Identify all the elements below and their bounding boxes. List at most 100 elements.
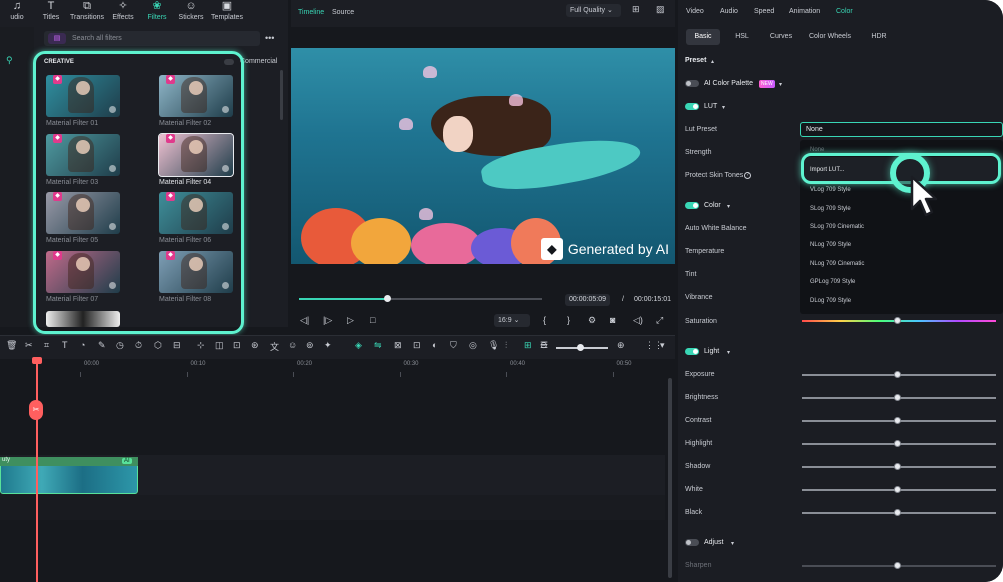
tab-audio-props[interactable]: Audio bbox=[720, 8, 738, 15]
chevron-up-icon[interactable]: ▴ bbox=[711, 58, 714, 65]
more-options-icon[interactable]: ••• bbox=[265, 33, 274, 43]
preset-label[interactable]: Preset bbox=[685, 57, 706, 64]
tab-animation[interactable]: Animation bbox=[789, 8, 820, 15]
play-icon[interactable]: ▷ bbox=[347, 315, 354, 326]
subtab-curves[interactable]: Curves bbox=[765, 29, 797, 45]
mic-icon[interactable]: 🎙 bbox=[488, 340, 499, 351]
lut-toggle[interactable] bbox=[685, 103, 699, 110]
zoom-in-icon[interactable]: ⊕ bbox=[617, 340, 625, 351]
light-slider-knob[interactable] bbox=[894, 417, 901, 424]
chevron-down-icon[interactable]: ▾ bbox=[779, 81, 782, 88]
prev-frame-icon[interactable]: ◁| bbox=[300, 315, 309, 326]
split-audio-icon[interactable]: ⊟ bbox=[173, 340, 181, 351]
fullscreen-icon[interactable]: ⤢ bbox=[656, 315, 663, 326]
timeline-ruler[interactable] bbox=[0, 359, 665, 377]
snapshot-layout-icon[interactable]: ⊞ bbox=[632, 4, 640, 15]
playback-progress[interactable] bbox=[299, 295, 542, 302]
record-icon[interactable]: ◐ bbox=[432, 340, 437, 350]
ai-palette-toggle[interactable] bbox=[685, 80, 699, 87]
keyframe-icon[interactable]: ◈ bbox=[355, 340, 362, 351]
lut-preset-select[interactable]: None bbox=[800, 122, 1003, 137]
playhead[interactable] bbox=[36, 359, 38, 582]
auto-icon[interactable]: ⊹ bbox=[197, 340, 205, 351]
quality-dropdown[interactable]: Full Quality ⌄ bbox=[566, 4, 621, 17]
aspect-ratio-dropdown[interactable]: 16:9 ⌄ bbox=[494, 314, 530, 327]
crop-icon[interactable]: ⌗ bbox=[44, 340, 49, 351]
zoom-knob[interactable] bbox=[577, 344, 584, 351]
chevron-down-icon[interactable]: ▾ bbox=[727, 349, 730, 356]
subtab-basic[interactable]: Basic bbox=[686, 29, 720, 45]
color-toggle[interactable] bbox=[685, 202, 699, 209]
adjust-toggle[interactable] bbox=[685, 539, 699, 546]
camera-icon[interactable]: ◙ bbox=[610, 315, 615, 325]
chevron-down-icon[interactable]: ▾ bbox=[731, 540, 734, 547]
filter-search[interactable]: ▤ Search all filters bbox=[44, 31, 260, 46]
tab-filters[interactable]: ❀ Filters bbox=[140, 0, 174, 22]
translate-icon[interactable]: 文 bbox=[270, 340, 279, 353]
mark-out-icon[interactable]: } bbox=[567, 315, 570, 325]
trash-icon[interactable]: 🗑 bbox=[6, 340, 17, 351]
chevron-down-icon[interactable]: ▾ bbox=[722, 104, 725, 111]
face-icon[interactable]: ☺ bbox=[288, 340, 297, 350]
shape-icon[interactable]: ◔ bbox=[80, 340, 85, 350]
ai-icon[interactable]: ⊛ bbox=[251, 340, 259, 351]
motion-icon[interactable]: ⊚ bbox=[306, 340, 314, 351]
mixer-icon[interactable]: ⫶ bbox=[505, 340, 507, 351]
lut-option[interactable]: GPLog 709 Style bbox=[810, 279, 855, 285]
audio-track[interactable] bbox=[0, 495, 665, 520]
light-slider-knob[interactable] bbox=[894, 486, 901, 493]
tab-speed[interactable]: Speed bbox=[754, 8, 774, 15]
next-frame-icon[interactable]: |▷ bbox=[323, 315, 332, 326]
light-slider-knob[interactable] bbox=[894, 463, 901, 470]
shield-icon[interactable]: ⛉ bbox=[450, 340, 457, 351]
subtab-hsl[interactable]: HSL bbox=[728, 29, 756, 45]
progress-knob[interactable] bbox=[384, 295, 391, 302]
mask-icon[interactable]: ◫ bbox=[215, 340, 224, 351]
tab-effects[interactable]: ✧ Effects bbox=[106, 0, 140, 22]
timeline-scrollbar[interactable] bbox=[668, 378, 672, 578]
light-slider-knob[interactable] bbox=[894, 371, 901, 378]
stop-icon[interactable]: □ bbox=[370, 315, 375, 325]
light-slider-knob[interactable] bbox=[894, 394, 901, 401]
audio-beat-icon[interactable]: ⇋ bbox=[374, 340, 382, 351]
tab-audio[interactable]: ♫ udio bbox=[0, 0, 34, 22]
help-icon[interactable]: ? bbox=[744, 172, 751, 179]
tab-color[interactable]: Color bbox=[836, 8, 853, 15]
sticker-icon[interactable]: ⊠ bbox=[394, 340, 402, 351]
filter-scrollbar[interactable] bbox=[280, 70, 283, 120]
saturation-knob[interactable] bbox=[894, 317, 901, 324]
subtab-color-wheels[interactable]: Color Wheels bbox=[804, 29, 856, 45]
sharpen-knob[interactable] bbox=[894, 562, 901, 569]
magic-icon[interactable]: ✦ bbox=[324, 340, 332, 351]
tab-templates[interactable]: ▣ Templates bbox=[208, 0, 246, 22]
stabilize-icon[interactable]: ⊡ bbox=[233, 340, 241, 351]
tab-timeline[interactable]: Timeline bbox=[298, 9, 324, 16]
subtab-hdr[interactable]: HDR bbox=[866, 29, 892, 45]
pin-icon[interactable]: ⚲ bbox=[6, 55, 13, 66]
voice-icon[interactable]: ◎ bbox=[469, 340, 477, 351]
pen-icon[interactable]: ✎ bbox=[98, 340, 106, 351]
speed-icon[interactable]: ⏱ bbox=[135, 340, 142, 351]
chevron-down-icon[interactable]: ▾ bbox=[727, 203, 730, 210]
playhead-handle[interactable] bbox=[32, 357, 42, 364]
zoom-out-icon[interactable]: ⊖ bbox=[540, 340, 548, 351]
mark-in-icon[interactable]: { bbox=[543, 315, 546, 325]
cut-icon[interactable]: ✂ bbox=[25, 340, 33, 351]
adjust-icon[interactable]: ⊞ bbox=[524, 340, 532, 351]
lut-option[interactable]: NLog 709 Style bbox=[810, 242, 851, 248]
lut-option[interactable]: VLog 709 Style bbox=[810, 187, 851, 193]
settings-icon[interactable]: ⚙ bbox=[588, 315, 596, 326]
split-marker-icon[interactable]: ✂ bbox=[29, 400, 43, 420]
pip-icon[interactable]: ⊡ bbox=[413, 340, 421, 351]
light-slider-knob[interactable] bbox=[894, 509, 901, 516]
tab-transitions[interactable]: ⧉ Transitions bbox=[68, 0, 106, 22]
tab-stickers[interactable]: ☺ Stickers bbox=[174, 0, 208, 22]
tab-video[interactable]: Video bbox=[686, 8, 704, 15]
lut-option[interactable]: SLog 709 Cinematic bbox=[810, 224, 864, 230]
lut-option[interactable]: DLog 709 Style bbox=[810, 298, 851, 304]
tab-source[interactable]: Source bbox=[332, 9, 354, 16]
volume-icon[interactable]: ◁) bbox=[633, 315, 643, 326]
caret-icon[interactable]: ▾ bbox=[660, 340, 665, 351]
text-icon[interactable]: T bbox=[62, 340, 68, 350]
filter-category-icon[interactable]: ▤ bbox=[48, 33, 66, 44]
